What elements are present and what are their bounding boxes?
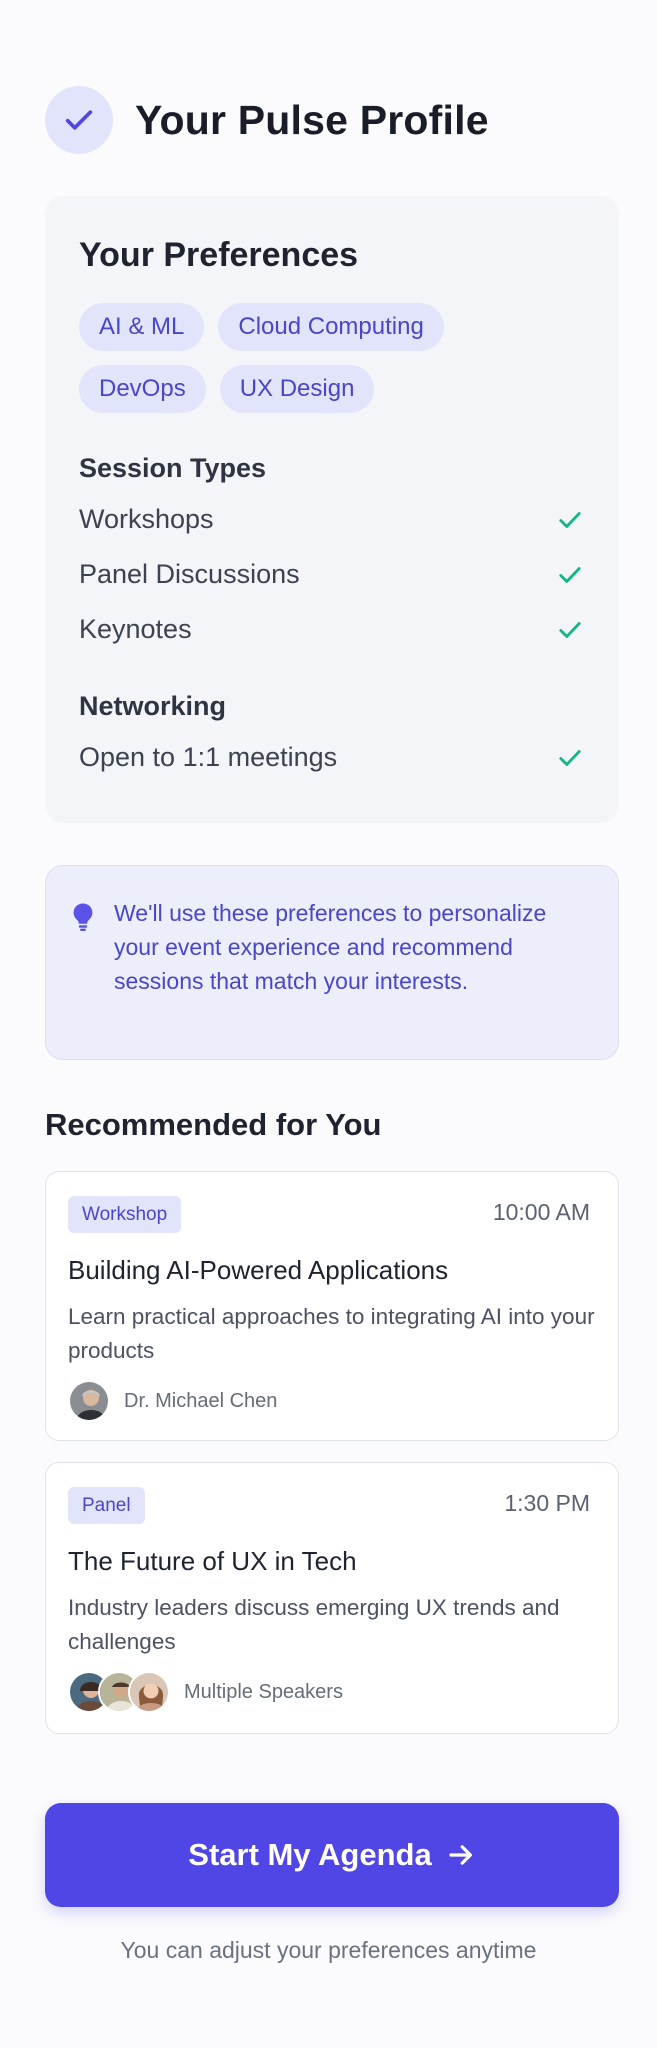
avatar [128,1671,170,1713]
lightbulb-icon [72,896,108,1059]
event-description: Industry leaders discuss emerging UX tre… [68,1595,560,1654]
interest-tag[interactable]: AI & ML [79,303,205,351]
event-card[interactable]: Workshop 10:00 AM Building AI-Powered Ap… [45,1171,619,1441]
event-title[interactable]: Building AI-Powered Applications [68,1255,596,1286]
interest-tag[interactable]: Cloud Computing [218,303,444,351]
checkmark-icon [45,86,113,154]
session-type-label: Keynotes [79,614,192,644]
footnote-text: You can adjust your preferences anytime [120,1937,537,1963]
event-time: 10:00 AM [492,1199,590,1225]
event-type-badge: Panel [68,1487,145,1524]
arrow-right-icon [446,1840,476,1870]
networking-label: Networking [79,691,227,721]
speaker-row: Dr. Michael Chen [68,1380,596,1422]
networking-open-meetings[interactable]: Open to 1:1 meetings [79,730,585,785]
session-type-label: Workshops [79,504,214,534]
event-card[interactable]: Panel 1:30 PM The Future of UX in Tech I… [45,1462,619,1734]
recommended-title: Recommended for You [45,1107,382,1142]
info-text: We'll use these preferences to personali… [114,900,547,994]
event-description: Learn practical approaches to integratin… [68,1304,595,1363]
speaker-name: Dr. Michael Chen [124,1389,278,1412]
start-agenda-label: Start My Agenda [188,1837,432,1872]
info-callout: We'll use these preferences to personali… [45,865,619,1060]
interest-tags: AI & ML Cloud Computing DevOps UX Design [79,303,579,427]
profile-header: Your Pulse Profile [45,86,489,154]
avatar [68,1380,110,1422]
preferences-card: Your Preferences AI & ML Cloud Computing… [45,196,619,823]
check-icon [555,560,585,590]
networking-option-label: Open to 1:1 meetings [79,742,338,772]
session-type-keynotes[interactable]: Keynotes [79,602,585,657]
start-agenda-button[interactable]: Start My Agenda [45,1803,619,1907]
speaker-row: Multiple Speakers [68,1671,596,1713]
check-icon [555,505,585,535]
check-icon [555,615,585,645]
session-types-label: Session Types [79,453,267,483]
event-title[interactable]: The Future of UX in Tech [68,1546,596,1577]
event-time: 1:30 PM [504,1490,590,1516]
page-title: Your Pulse Profile [135,96,489,143]
interest-tag[interactable]: DevOps [79,365,206,413]
event-type-badge: Workshop [68,1196,182,1233]
preferences-title: Your Preferences [79,236,359,274]
session-type-panels[interactable]: Panel Discussions [79,547,585,602]
speaker-avatars [68,1671,170,1713]
interest-tag[interactable]: UX Design [219,365,375,413]
session-type-label: Panel Discussions [79,559,300,589]
speaker-name: Multiple Speakers [184,1680,343,1703]
session-type-workshops[interactable]: Workshops [79,492,585,547]
check-icon [555,743,585,773]
